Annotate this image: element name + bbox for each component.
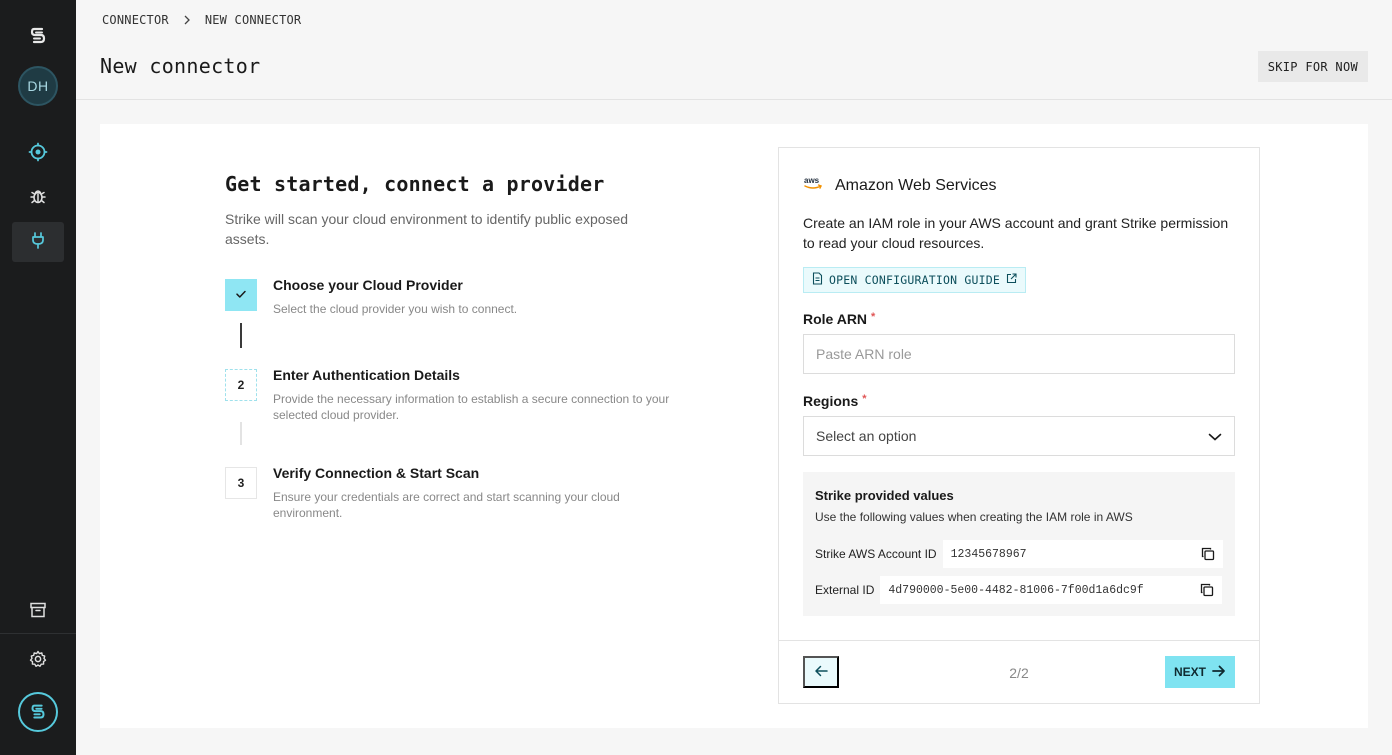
sidebar-item-settings[interactable] [12, 641, 64, 681]
intro-title: Get started, connect a provider [225, 172, 605, 196]
account-id-field: 12345678967 [942, 540, 1223, 568]
intro-section: Get started, connect a provider Strike w… [225, 172, 685, 249]
step-2-number: 2 [237, 378, 245, 392]
archive-icon [28, 600, 48, 625]
external-link-icon [1006, 273, 1017, 287]
next-label: NEXT [1173, 665, 1206, 679]
sidebar-item-assets[interactable] [12, 134, 64, 174]
external-id-row: External ID 4d790000-5e00-4482-81006-7f0… [815, 576, 1223, 604]
role-arn-label: Role ARN * [803, 311, 875, 327]
card-footer: 2/2 NEXT [779, 640, 1259, 704]
step-connector-line [240, 323, 242, 348]
breadcrumb-item-new-connector: NEW CONNECTOR [204, 13, 302, 27]
copy-icon[interactable] [1201, 547, 1215, 561]
chevron-down-icon [1208, 428, 1222, 444]
next-button[interactable]: NEXT [1165, 656, 1235, 688]
sidebar-item-connectors[interactable] [12, 222, 64, 262]
sidebar: DH [0, 0, 76, 755]
strike-brand-icon[interactable] [18, 692, 58, 732]
step-2-title: Enter Authentication Details [273, 367, 460, 383]
chevron-right-icon [183, 15, 191, 25]
step-3-title: Verify Connection & Start Scan [273, 465, 480, 481]
role-arn-label-text: Role ARN [803, 311, 868, 327]
external-id-label: External ID [815, 583, 875, 597]
bug-icon [28, 186, 48, 211]
gear-icon [28, 649, 48, 674]
required-mark: * [862, 393, 867, 405]
check-icon [234, 287, 248, 304]
intro-subtitle: Strike will scan your cloud environment … [225, 211, 629, 247]
sidebar-divider [0, 633, 76, 634]
document-icon [812, 272, 823, 288]
main-panel: Get started, connect a provider Strike w… [100, 124, 1368, 728]
required-mark: * [871, 311, 876, 323]
user-avatar[interactable]: DH [18, 66, 58, 106]
provider-header: aws Amazon Web Services [803, 175, 997, 196]
sidebar-item-vulnerabilities[interactable] [12, 178, 64, 218]
regions-label: Regions * [803, 393, 867, 409]
account-id-row: Strike AWS Account ID 12345678967 [815, 540, 1223, 568]
strike-logo-icon[interactable] [26, 24, 50, 48]
arrow-right-icon [1212, 665, 1226, 680]
aws-logo-icon: aws [803, 175, 823, 196]
regions-label-text: Regions [803, 393, 859, 409]
step-3-number: 3 [237, 476, 245, 490]
provided-values-title: Strike provided values [815, 488, 954, 503]
page-title: New connector [100, 54, 261, 78]
plug-icon [28, 230, 48, 255]
provider-description: Create an IAM role in your AWS account a… [803, 215, 1229, 251]
step-3-status-box: 3 [225, 467, 257, 499]
account-id-value: 12345678967 [950, 547, 1027, 561]
step-1-title: Choose your Cloud Provider [273, 277, 463, 293]
step-1-status-box [225, 279, 257, 311]
skip-for-now-button[interactable]: SKIP FOR NOW [1257, 51, 1368, 82]
copy-icon[interactable] [1200, 583, 1214, 597]
strike-provided-values: Strike provided values Use the following… [803, 472, 1235, 616]
account-id-label: Strike AWS Account ID [815, 547, 937, 561]
step-3-description: Ensure your credentials are correct and … [273, 490, 620, 520]
breadcrumb: CONNECTOR NEW CONNECTOR [102, 13, 301, 27]
external-id-value: 4d790000-5e00-4482-81006-7f00d1a6dc9f [888, 583, 1144, 597]
step-2-status-box: 2 [225, 369, 257, 401]
breadcrumb-item-connector[interactable]: CONNECTOR [102, 13, 169, 27]
regions-select[interactable]: Select an option [803, 416, 1235, 456]
provider-name: Amazon Web Services [835, 176, 997, 194]
regions-selected-value: Select an option [816, 428, 917, 444]
open-configuration-guide-button[interactable]: OPEN CONFIGURATION GUIDE [803, 267, 1026, 293]
step-connector-line [240, 422, 242, 445]
sidebar-item-archive[interactable] [12, 592, 64, 632]
provided-values-subtitle: Use the following values when creating t… [815, 510, 1133, 524]
aws-logo-text: aws [804, 176, 820, 185]
target-icon [28, 142, 48, 167]
guide-label: OPEN CONFIGURATION GUIDE [829, 273, 1000, 287]
provider-config-card: aws Amazon Web Services Create an IAM ro… [778, 147, 1260, 704]
page-header: CONNECTOR NEW CONNECTOR New connector SK… [76, 0, 1392, 100]
external-id-field: 4d790000-5e00-4482-81006-7f00d1a6dc9f [880, 576, 1223, 604]
step-1-description: Select the cloud provider you wish to co… [273, 302, 518, 316]
avatar-initials: DH [27, 78, 49, 94]
step-2-description: Provide the necessary information to est… [273, 392, 670, 422]
role-arn-input[interactable] [803, 334, 1235, 374]
